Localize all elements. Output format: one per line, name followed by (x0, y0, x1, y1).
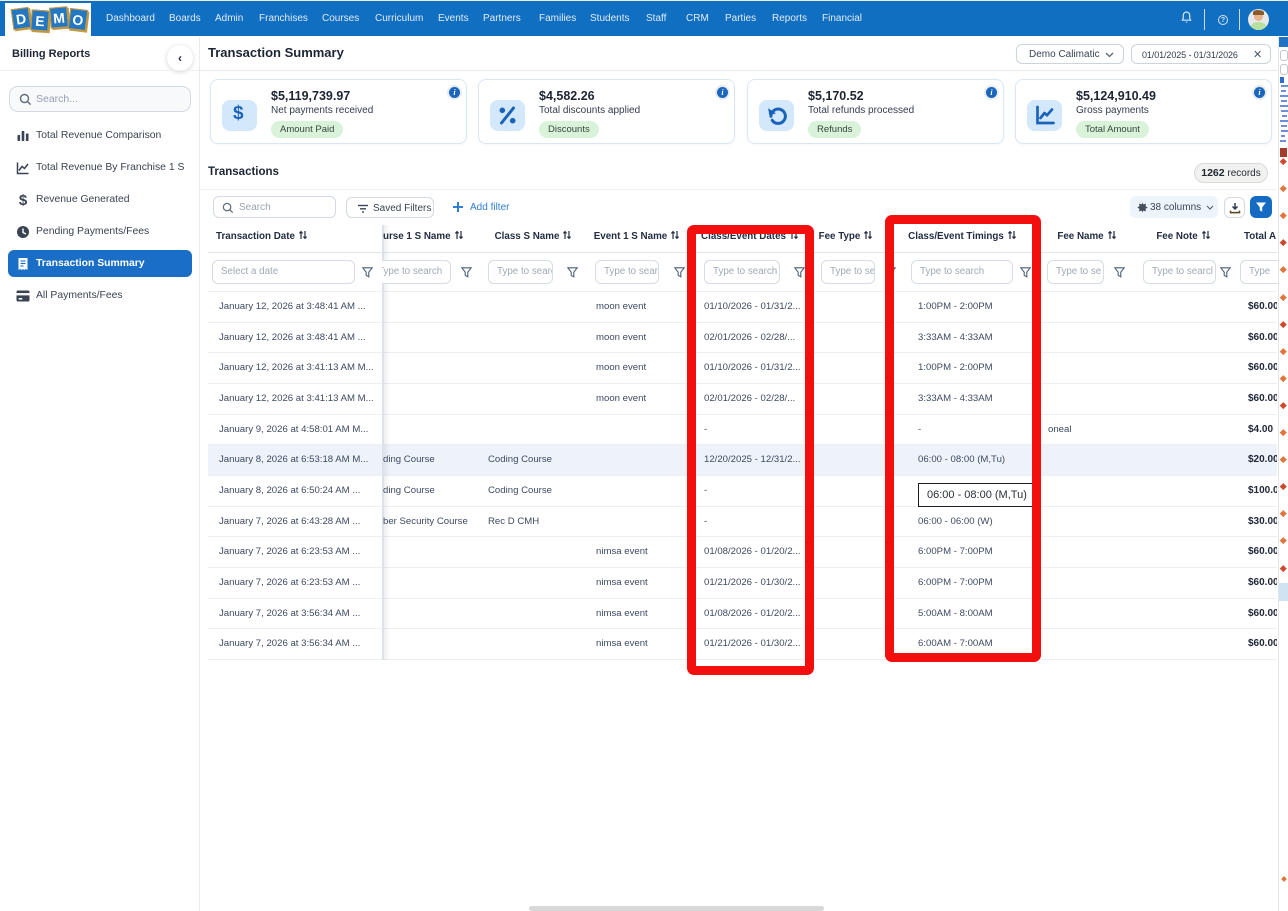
svg-text:$: $ (19, 192, 28, 208)
